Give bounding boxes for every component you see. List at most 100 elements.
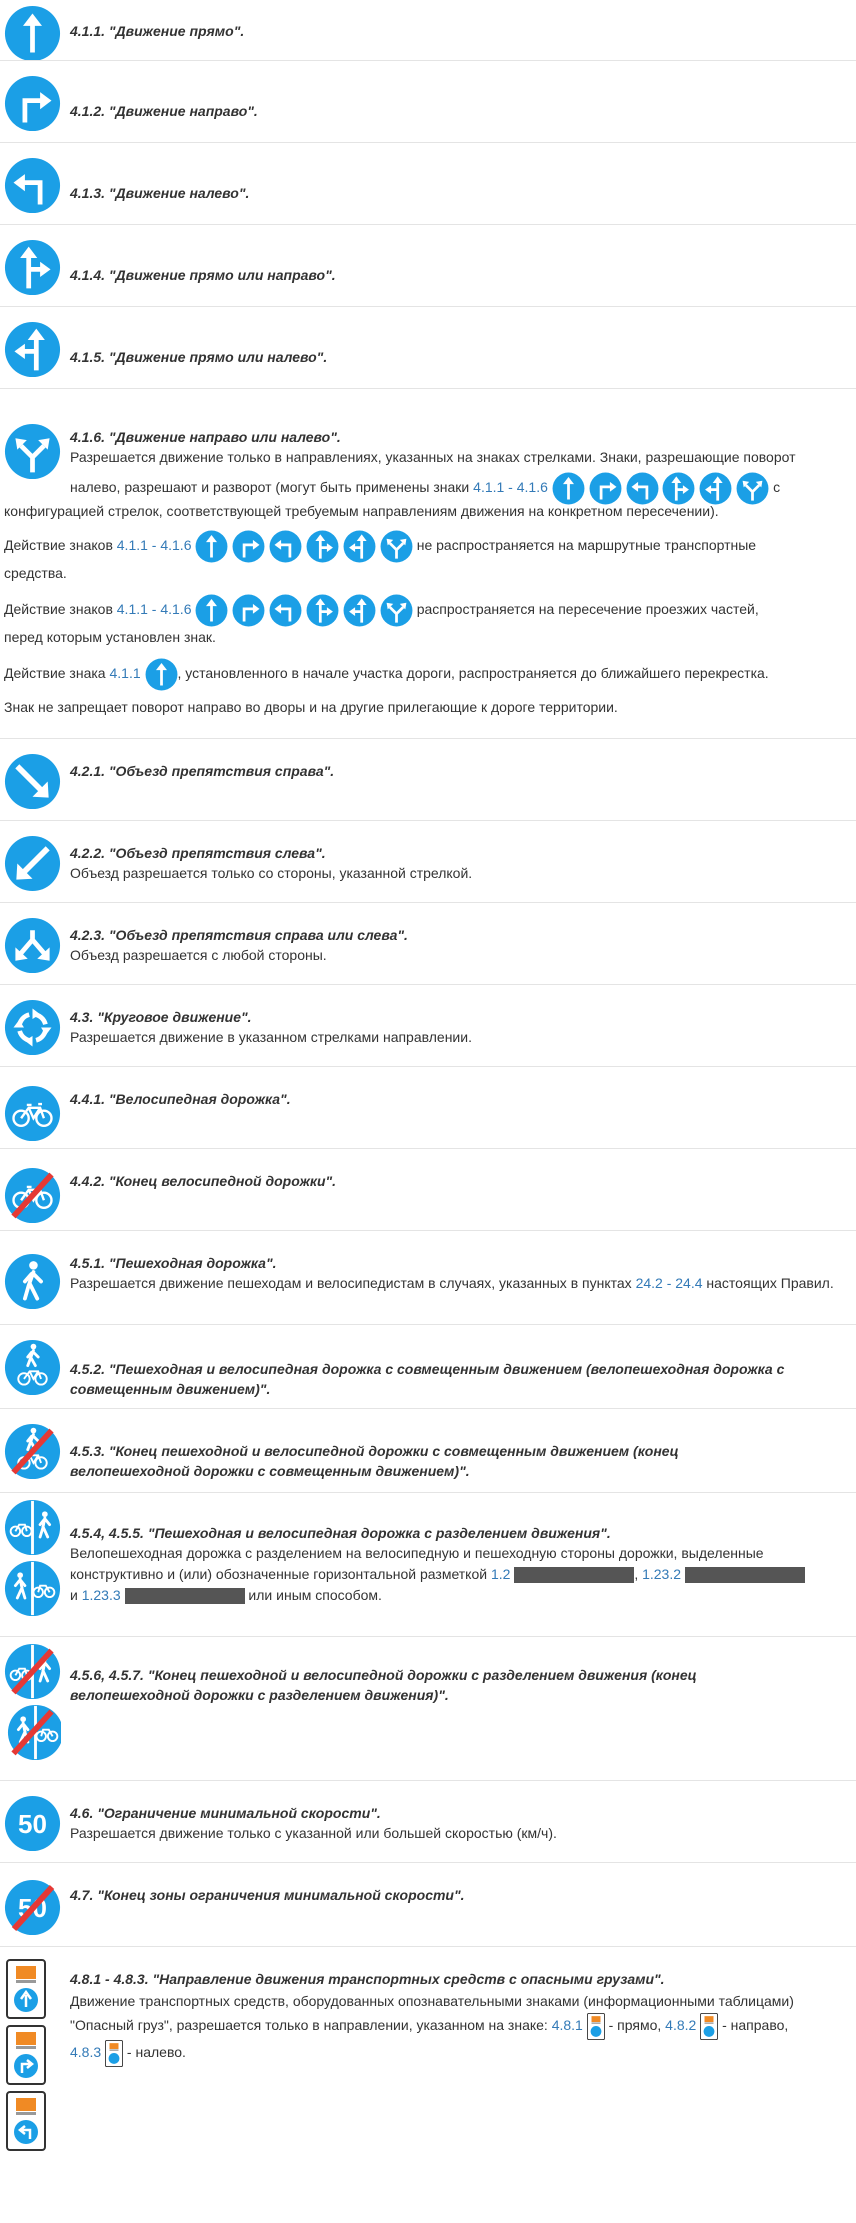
dangerous-goods-straight-sign-icon — [6, 1959, 46, 2019]
section-4-1-2: 4.1.2. "Движение направо". — [0, 60, 856, 141]
straight-or-left-sign-icon — [4, 321, 61, 378]
sign-link-4-8-2[interactable]: 4.8.2 — [665, 2017, 696, 2033]
right-or-left-icon — [380, 594, 413, 627]
section-4-2-3: 4.2.3. "Объезд препятствия справа или сл… — [0, 902, 856, 983]
section-4-6: 50 4.6. "Ограничение минимальной скорост… — [0, 1780, 856, 1861]
section-4-1-5: 4.1.5. "Движение прямо или налево". — [0, 306, 856, 387]
section-4-5-4-4-5-5: 4.5.4, 4.5.5. "Пешеходная и велосипедная… — [0, 1492, 856, 1635]
section-description: Движение транспортных средств, оборудова… — [70, 1989, 852, 2067]
dangerous-goods-left-mini-icon — [105, 2040, 123, 2067]
section-description: Объезд разрешается с любой стороны. — [70, 947, 327, 963]
section-title-line-2: совмещенным движением)". — [70, 1381, 271, 1397]
section-4-4-1: 4.4.1. "Велосипедная дорожка". — [0, 1066, 856, 1147]
left-arrow-icon — [626, 472, 659, 505]
section-4-5-6-4-5-7: 4.5.6, 4.5.7. "Конец пешеходной и велоси… — [0, 1636, 856, 1779]
end-pedestrian-bicycle-sign-icon — [4, 1423, 61, 1480]
right-arrow-sign-icon — [4, 75, 61, 132]
straight-arrow-icon — [195, 594, 228, 627]
right-arrow-icon — [232, 594, 265, 627]
right-arrow-icon — [589, 472, 622, 505]
pass-both-sides-sign-icon — [4, 917, 61, 974]
section-title: 4.5.4, 4.5.5. "Пешеходная и велосипедная… — [70, 1525, 611, 1541]
section-4-1-1: 4.1.1. "Движение прямо". — [0, 0, 856, 58]
pass-right-sign-icon — [4, 753, 61, 810]
svg-text:50: 50 — [18, 1809, 47, 1839]
signs-range-link[interactable]: 4.1.1 - 4.1.6 — [473, 479, 548, 495]
left-arrow-icon — [269, 530, 302, 563]
end-split-path-right-sign-icon — [4, 1704, 61, 1761]
left-arrow-icon — [269, 594, 302, 627]
section-description: Разрешается движение только с указанной … — [70, 1825, 557, 1841]
dangerous-goods-right-mini-icon — [700, 2013, 718, 2040]
section-title: 4.2.3. "Объезд препятствия справа или сл… — [70, 927, 408, 943]
section-title: 4.1.6. "Движение направо или налево". — [70, 429, 341, 445]
end-minimum-speed-sign-icon: 50 — [4, 1879, 61, 1936]
straight-or-right-icon — [306, 594, 339, 627]
marking-1-2-image — [514, 1567, 635, 1584]
straight-or-left-icon — [343, 530, 376, 563]
right-arrow-icon — [232, 530, 265, 563]
section-title: 4.8.1 - 4.8.3. "Направление движения тра… — [70, 1971, 665, 1987]
marking-link-1-23-3[interactable]: 1.23.3 — [82, 1587, 121, 1603]
section-4-2-1: 4.2.1. "Объезд препятствия справа". — [0, 738, 856, 819]
paragraph-1: Действие знаков 4.1.1 - 4.1.6 не распрос… — [4, 529, 850, 563]
section-title-line-1: 4.5.6, 4.5.7. "Конец пешеходной и велоси… — [70, 1667, 697, 1683]
section-4-1-4: 4.1.4. "Движение прямо или направо". — [0, 224, 856, 305]
paragraph-1-cont: средства. — [4, 565, 67, 581]
marking-1-23-2-image — [684, 1567, 805, 1584]
pass-left-sign-icon — [4, 835, 61, 892]
section-4-8: 4.8.1 - 4.8.3. "Направление движения тра… — [0, 1946, 856, 2223]
section-title: 4.1.1. "Движение прямо". — [70, 23, 245, 39]
description-line-3: конфигурацией стрелок, соответствующей т… — [4, 503, 719, 519]
straight-arrow-icon — [195, 530, 228, 563]
section-title: 4.4.1. "Велосипедная дорожка". — [70, 1091, 291, 1107]
straight-arrow-sign-icon — [4, 5, 61, 62]
section-title: 4.5.1. "Пешеходная дорожка". — [70, 1255, 277, 1271]
pedestrian-bicycle-sign-icon — [4, 1339, 61, 1396]
sign-link-4-1-1[interactable]: 4.1.1 — [109, 665, 140, 681]
section-4-1-3: 4.1.3. "Движение налево". — [0, 142, 856, 223]
dangerous-goods-right-sign-icon — [6, 2025, 46, 2085]
right-or-left-sign-icon — [4, 423, 61, 480]
section-4-5-2: 4.5.2. "Пешеходная и велосипедная дорожк… — [0, 1324, 856, 1407]
section-4-2-2: 4.2.2. "Объезд препятствия слева". Объез… — [0, 820, 856, 901]
roundabout-sign-icon — [4, 999, 61, 1056]
paragraph-2: Действие знаков 4.1.1 - 4.1.6 распростра… — [4, 593, 850, 627]
section-title: 4.2.2. "Объезд препятствия слева". — [70, 845, 326, 861]
left-arrow-sign-icon — [4, 157, 61, 214]
section-title-line-2: велопешеходной дорожки с совмещенным дви… — [70, 1463, 470, 1479]
section-title: 4.2.1. "Объезд препятствия справа". — [70, 763, 335, 779]
dangerous-goods-straight-mini-icon — [587, 2013, 605, 2040]
section-title: 4.6. "Ограничение минимальной скорости". — [70, 1805, 381, 1821]
description-line-2: налево, разрешают и разворот (могут быть… — [70, 471, 852, 505]
section-title-line-1: 4.5.3. "Конец пешеходной и велосипедной … — [70, 1443, 679, 1459]
paragraph-2-cont: перед которым установлен знак. — [4, 629, 216, 645]
signs-range-link[interactable]: 4.1.1 - 4.1.6 — [117, 601, 192, 617]
section-4-7: 50 4.7. "Конец зоны ограничения минималь… — [0, 1862, 856, 1945]
section-title: 4.1.5. "Движение прямо или налево". — [70, 349, 328, 365]
rules-link-24-2-24-4[interactable]: 24.2 - 24.4 — [636, 1275, 703, 1291]
section-description: Разрешается движение в указанном стрелка… — [70, 1029, 472, 1045]
straight-or-left-icon — [699, 472, 732, 505]
marking-link-1-23-2[interactable]: 1.23.2 — [642, 1566, 681, 1582]
section-description: Объезд разрешается только со стороны, ук… — [70, 865, 473, 881]
section-title: 4.1.4. "Движение прямо или направо". — [70, 267, 336, 283]
sign-link-4-8-3[interactable]: 4.8.3 — [70, 2044, 101, 2060]
straight-or-right-sign-icon — [4, 239, 61, 296]
pedestrian-sign-icon — [4, 1253, 61, 1310]
marking-link-1-2[interactable]: 1.2 — [491, 1566, 510, 1582]
sign-link-4-8-1[interactable]: 4.8.1 — [552, 2017, 583, 2033]
signs-range-link[interactable]: 4.1.1 - 4.1.6 — [117, 537, 192, 553]
straight-arrow-icon — [145, 658, 178, 691]
description-line-1: Разрешается движение только в направлени… — [70, 449, 796, 465]
split-path-bike-right-sign-icon — [4, 1560, 61, 1617]
section-4-4-2: 4.4.2. "Конец велосипедной дорожки". — [0, 1148, 856, 1229]
section-4-5-1: 4.5.1. "Пешеходная дорожка". Разрешается… — [0, 1230, 856, 1323]
section-description: Разрешается движение пешеходам и велосип… — [70, 1275, 834, 1291]
right-or-left-icon — [736, 472, 769, 505]
section-title: 4.1.2. "Движение направо". — [70, 103, 258, 119]
section-title: 4.7. "Конец зоны ограничения минимальной… — [70, 1887, 465, 1903]
section-4-1-6: 4.1.6. "Движение направо или налево". Ра… — [0, 388, 856, 737]
end-bicycle-sign-icon — [4, 1167, 61, 1224]
section-4-5-3: 4.5.3. "Конец пешеходной и велосипедной … — [0, 1408, 856, 1491]
